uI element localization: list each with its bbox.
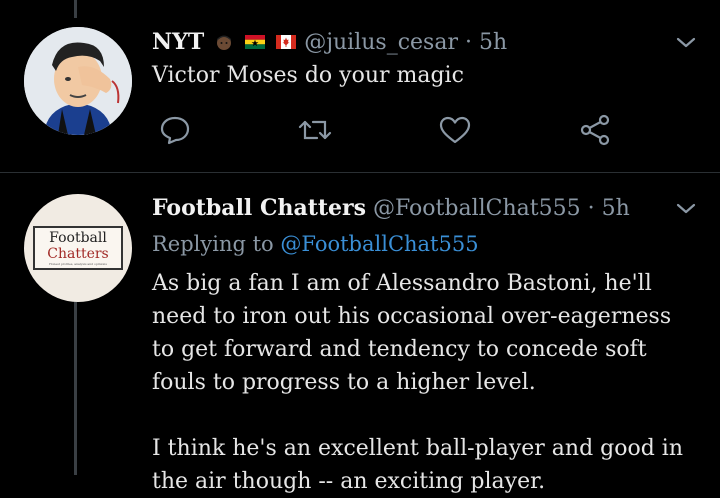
share-icon[interactable] (577, 112, 613, 148)
avatar-logo-line2: Chatters (47, 246, 109, 262)
replying-to: Replying to @FootballChat555 (152, 230, 479, 258)
man-dark-skin-icon (217, 35, 232, 50)
avatar-logo: Football Chatters Honest profiles, analy… (33, 226, 123, 270)
like-icon[interactable] (437, 112, 473, 148)
tweet-2[interactable]: Football Chatters Honest profiles, analy… (0, 173, 720, 494)
tweet-actions (140, 112, 640, 148)
ghana-flag-icon (245, 35, 266, 49)
replying-to-label: Replying to (152, 232, 274, 256)
timestamp[interactable]: 5h (602, 196, 630, 221)
tweet-paragraph: I think he's an excellent ball-player an… (152, 436, 683, 494)
chevron-down-icon[interactable] (672, 32, 700, 52)
separator-dot: · (464, 30, 472, 55)
display-name[interactable]: Football Chatters (152, 195, 366, 221)
canada-flag-icon (276, 35, 297, 49)
mention-link[interactable]: @FootballChat555 (280, 232, 478, 256)
tweet-text: Victor Moses do your magic (152, 63, 464, 88)
avatar[interactable]: Football Chatters Honest profiles, analy… (24, 194, 132, 302)
tweet-1[interactable]: NYT @juilus_cesar · 5h Victor Moses do y… (0, 0, 720, 172)
avatar-logo-tagline: Honest profiles, analysis and opinions (49, 262, 107, 266)
handle[interactable]: @FootballChat555 (373, 196, 581, 221)
avatar-logo-line1: Football (49, 230, 107, 246)
tweet-header: Football Chatters @FootballChat555 · 5h (152, 194, 630, 223)
reply-icon[interactable] (157, 112, 193, 148)
handle[interactable]: @juilus_cesar (304, 30, 458, 55)
display-name[interactable]: NYT (152, 29, 204, 55)
separator-dot: · (587, 196, 595, 221)
cartoon-avatar-icon (24, 27, 132, 135)
retweet-icon[interactable] (297, 112, 333, 148)
tweet-text: As big a fan I am of Alessandro Bastoni,… (152, 267, 697, 498)
tweet-paragraph: As big a fan I am of Alessandro Bastoni,… (152, 271, 672, 395)
chevron-down-icon[interactable] (672, 198, 700, 218)
timestamp[interactable]: 5h (479, 30, 507, 55)
avatar[interactable] (24, 27, 132, 135)
tweet-header: NYT @juilus_cesar · 5h (152, 28, 507, 57)
